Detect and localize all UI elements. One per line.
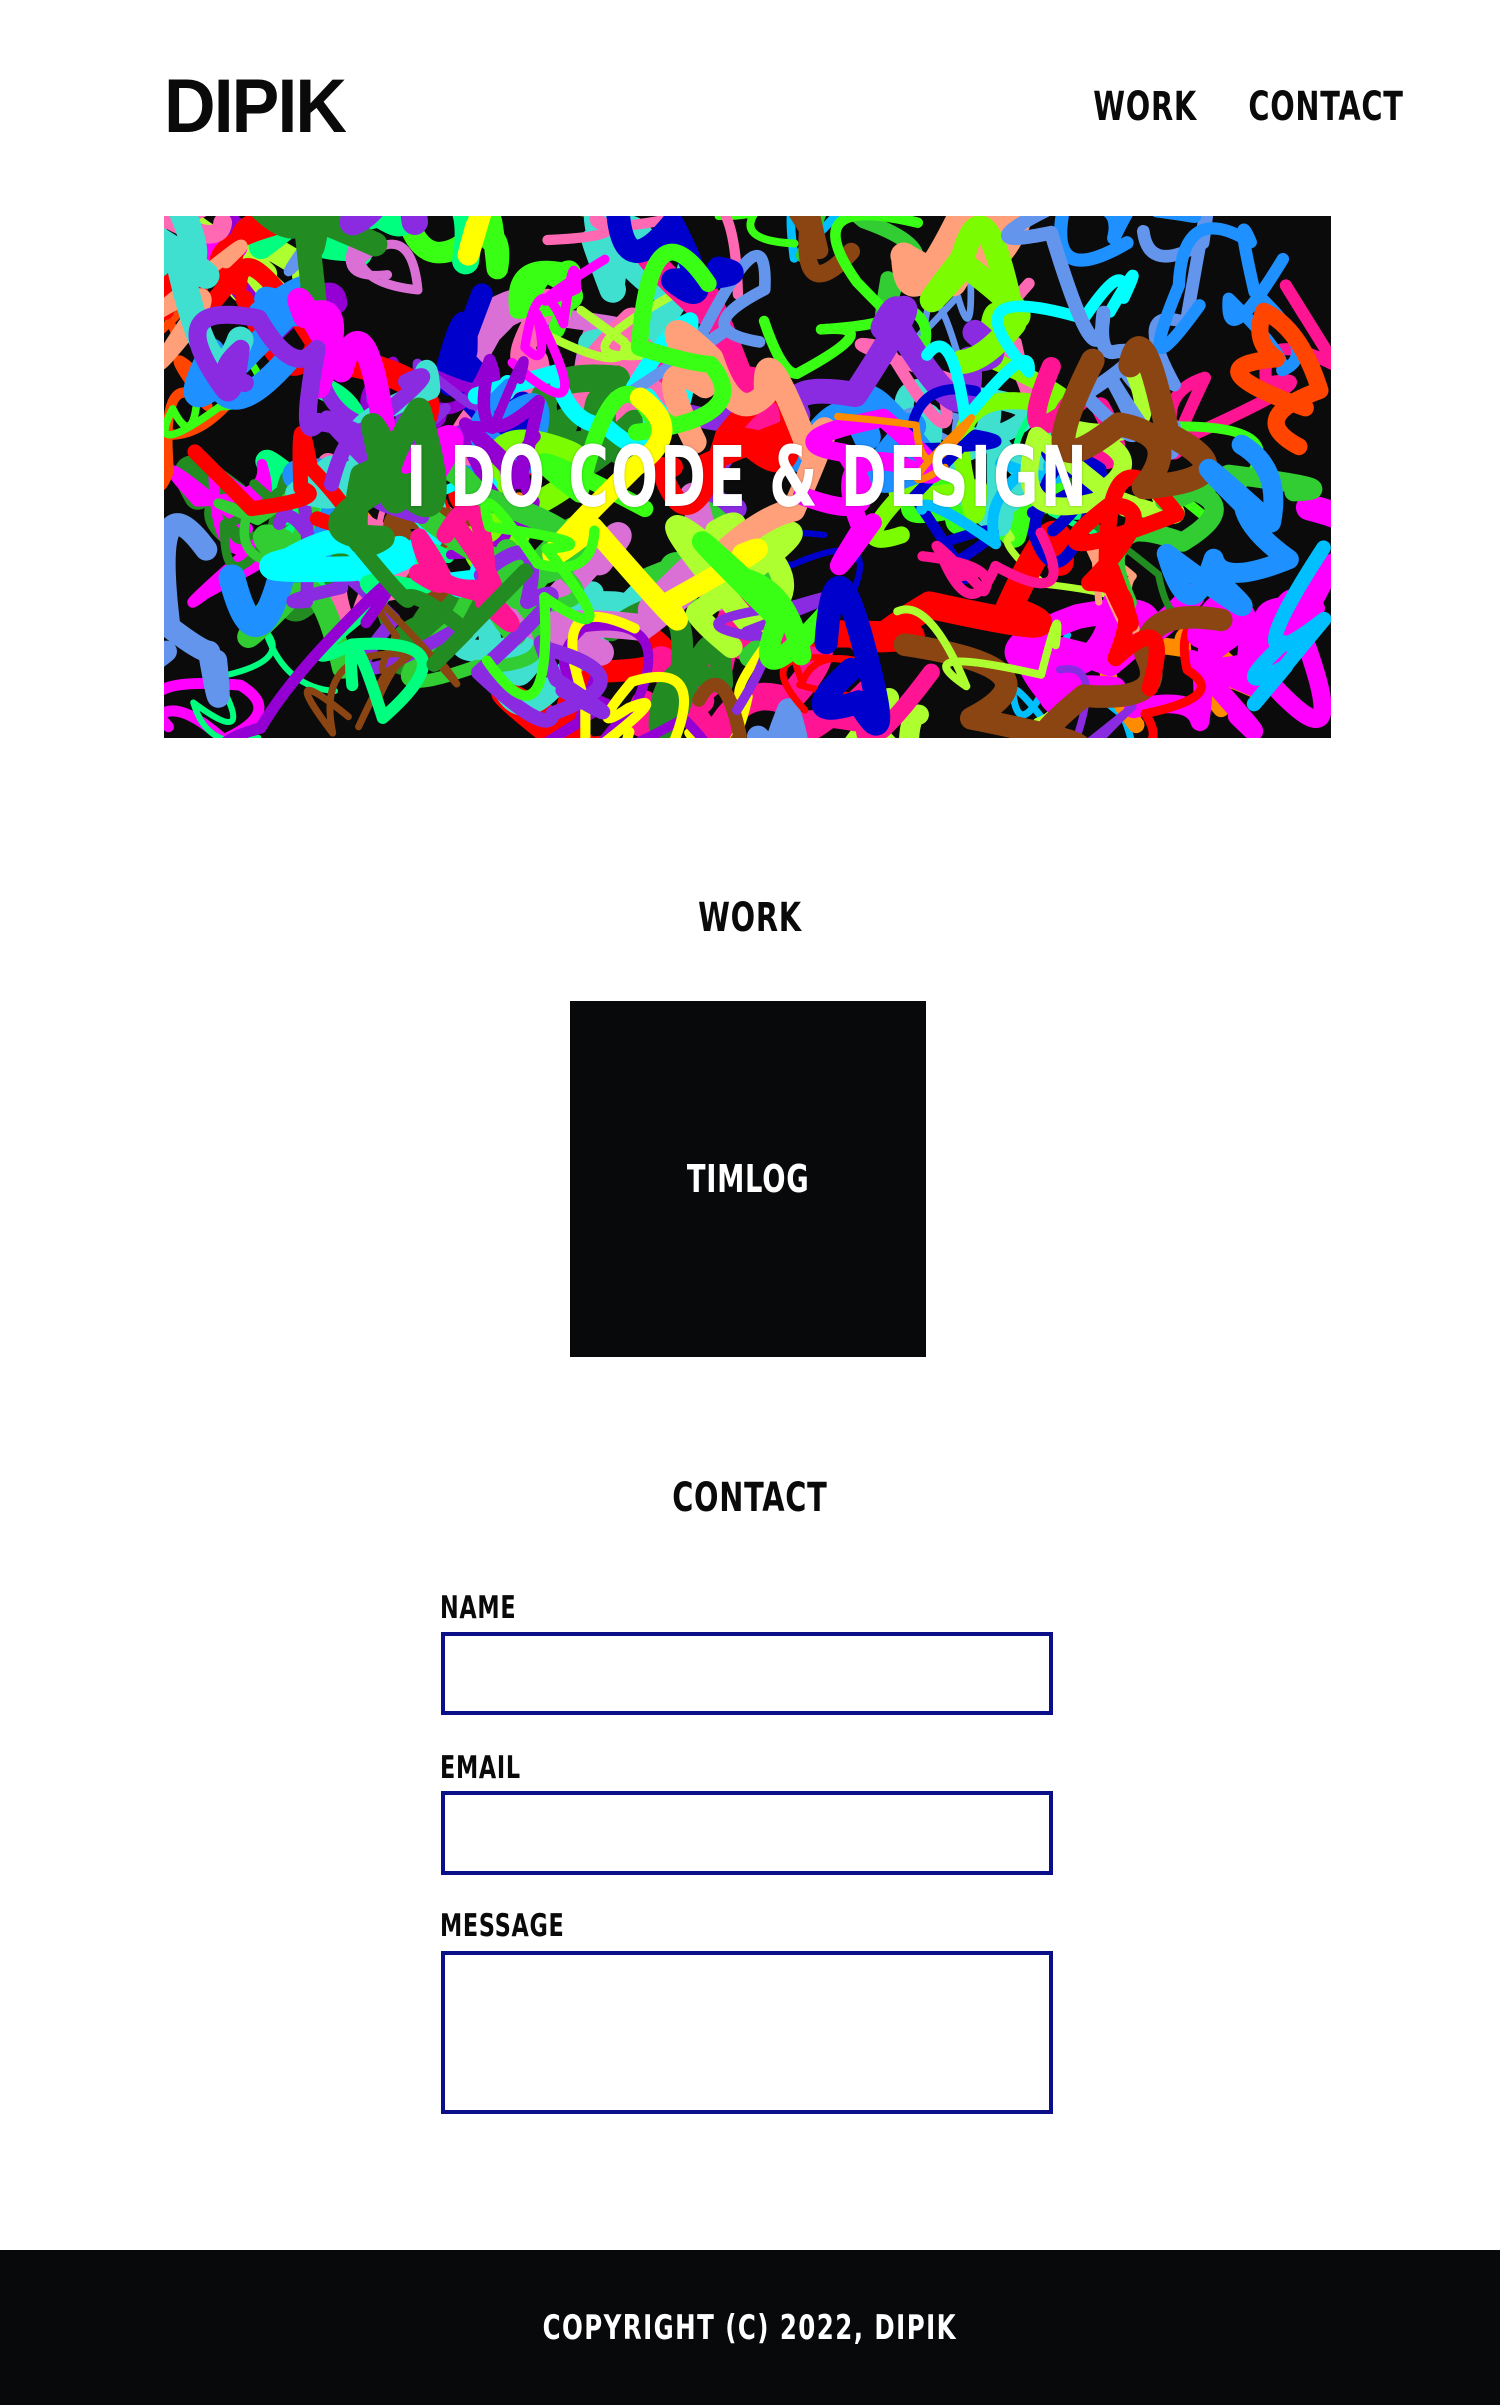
name-label-text: NAME [440,1590,517,1626]
nav-work-link[interactable]: WORK [1053,84,1196,130]
contact-section-title: CONTACT [0,1475,1500,1521]
site-footer: COPYRIGHT (C) 2022, DIPIK [0,2250,1500,2405]
message-textarea[interactable] [441,1951,1053,2114]
email-input[interactable] [441,1791,1053,1875]
contact-section-title-text: CONTACT [672,1475,828,1521]
work-card-label: TIMLOG [686,1157,810,1201]
hero-banner: I DO CODE & DESIGN [164,216,1331,738]
name-label: NAME [440,1590,740,1626]
nav-contact-link[interactable]: CONTACT [1188,84,1403,130]
work-section-title-text: WORK [698,895,802,941]
work-section-title: WORK [0,895,1500,941]
name-input[interactable] [441,1632,1053,1715]
logo-text: DIPIK [164,74,347,140]
message-label: MESSAGE [440,1908,740,1944]
nav-work-label: WORK [1093,84,1197,130]
work-card-timlog[interactable]: TIMLOG [570,1001,926,1357]
email-label: EMAIL [440,1750,740,1786]
site-logo[interactable]: DIPIK [164,74,364,140]
hero-title-text: I DO CODE & DESIGN [405,428,1090,526]
email-label-text: EMAIL [440,1750,521,1786]
hero-title: I DO CODE & DESIGN [164,216,1331,738]
site-header: DIPIK WORK CONTACT [0,0,1500,215]
copyright-text: COPYRIGHT (C) 2022, DIPIK [542,2307,958,2348]
message-label-text: MESSAGE [440,1908,565,1944]
nav-contact-label: CONTACT [1248,84,1404,130]
